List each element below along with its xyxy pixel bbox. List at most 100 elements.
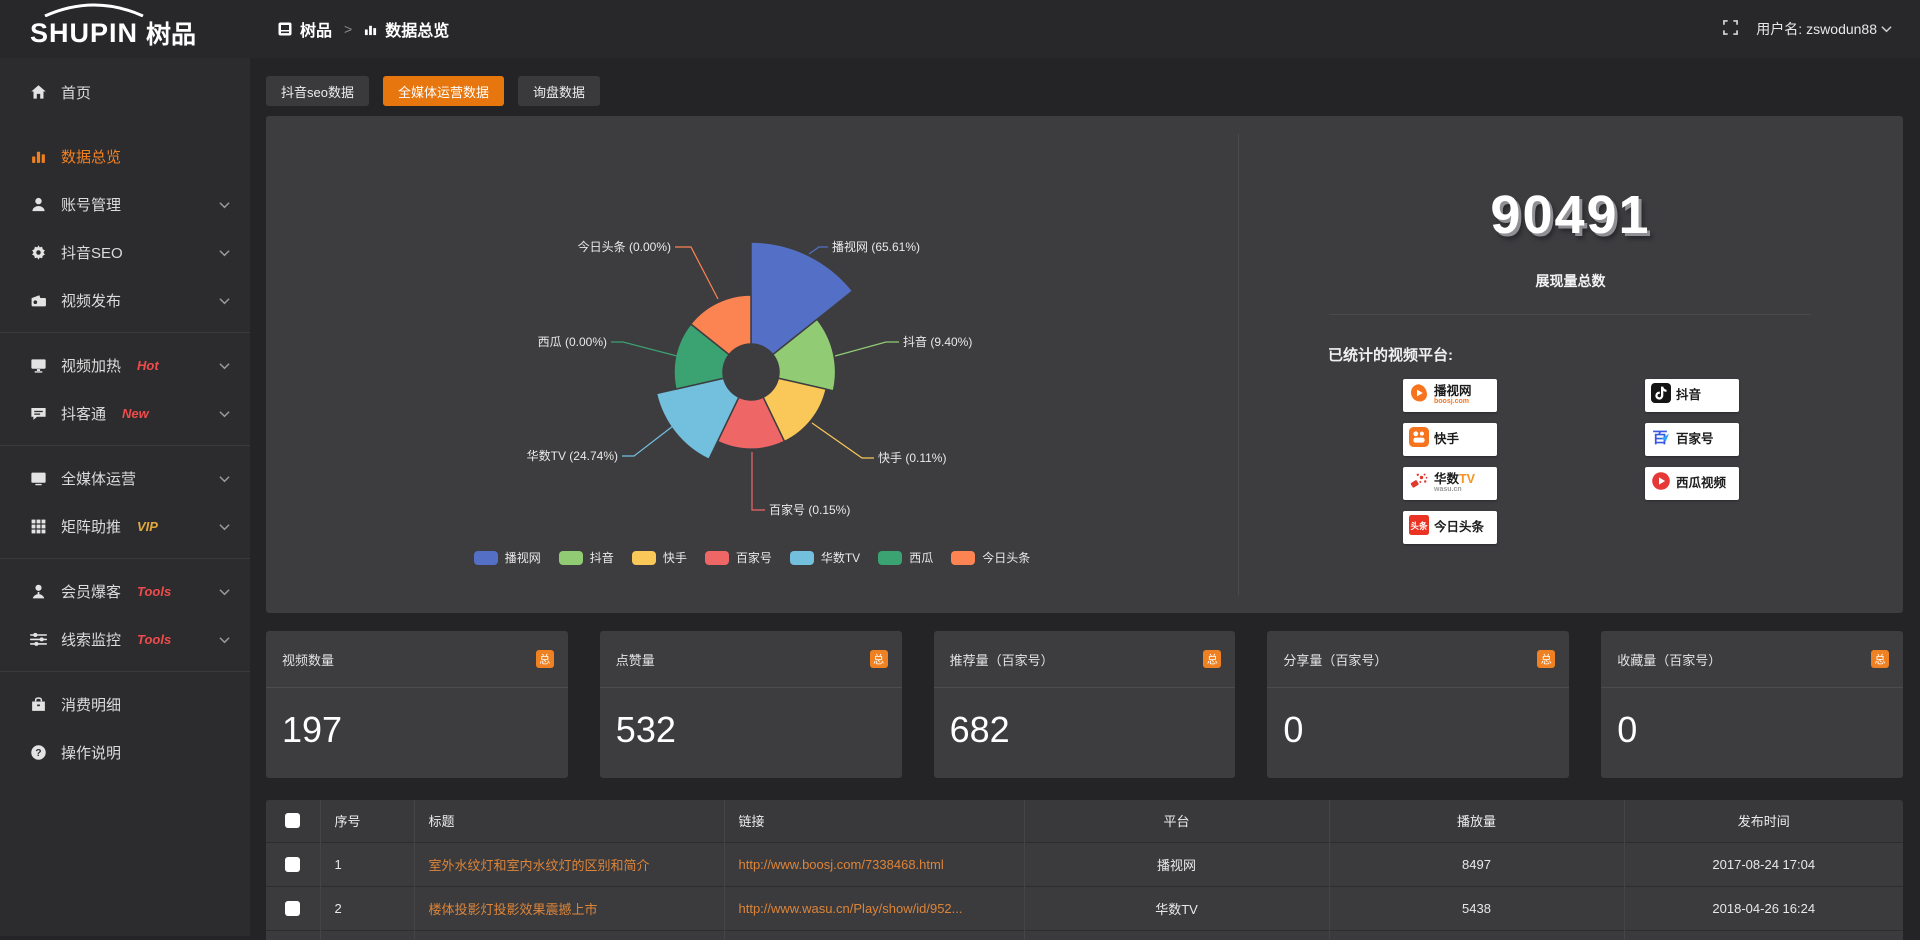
sidebar-item-member-booster[interactable]: 会员爆客Tools [0,567,250,615]
chevron-down-icon [219,470,230,487]
legend-item[interactable]: 百家号 [705,549,772,566]
app-logo: SHUPIN 树品 [0,0,250,58]
sidebar-badge: New [122,406,149,421]
row-publish-time: 2017-08-24 17:04 [1624,842,1903,886]
fullscreen-icon[interactable] [1723,20,1738,38]
wallet-icon [30,696,47,713]
sidebar-item-consumption-detail[interactable]: 消费明细 [0,680,250,728]
chevron-down-icon [219,292,230,309]
row-checkbox[interactable] [285,857,300,872]
stat-title: 点赞量 [616,650,655,669]
sidebar-item-label: 账号管理 [61,194,121,215]
legend-swatch [632,551,656,565]
user-menu[interactable]: 用户名: zswodun88 [1756,19,1892,39]
row-index: 1 [320,842,414,886]
platform-logos-left: 播视网boosj.com快手华数TVwasu.cn头条今日头条 [1403,379,1497,544]
sidebar-item-video-heating[interactable]: 视频加热Hot [0,341,250,389]
wasu-logo-icon [1409,471,1429,496]
sidebar-item-clue-monitor[interactable]: 线索监控Tools [0,615,250,663]
video-title-link[interactable]: 楼体投影灯投影效果震撼上市 [429,899,598,918]
row-checkbox[interactable] [285,901,300,916]
legend-item[interactable]: 抖音 [559,549,614,566]
member-icon [30,583,47,600]
sidebar-item-operation-guide[interactable]: ?操作说明 [0,728,250,776]
legend-item[interactable]: 播视网 [474,549,541,566]
pie-label-line [835,342,899,356]
logo-text-en: SHUPIN [30,18,138,49]
video-title-link[interactable]: 室外水纹灯和室内水纹灯的区别和简介 [429,855,650,874]
column-header: 序号 [320,800,414,842]
column-header: 发布时间 [1624,800,1903,842]
sidebar-item-label: 抖客通 [61,403,106,424]
sidebar-divider [0,671,250,672]
xigua-logo-icon [1651,471,1671,496]
pie-label-line [675,247,718,299]
sidebar-item-label: 首页 [61,82,91,103]
home-icon [30,84,47,101]
legend-item[interactable]: 快手 [632,549,687,566]
video-url-link[interactable]: http://www.boosj.com/7338468.html [739,857,944,872]
user-icon [30,196,47,213]
chevron-down-icon [219,518,230,535]
stat-card-share-count: 分享量（百家号）总0 [1267,631,1569,778]
legend-label: 播视网 [505,549,541,566]
sidebar-item-label: 视频发布 [61,290,121,311]
tab-inquiry-data[interactable]: 询盘数据 [518,76,600,106]
platform-logo-boosj: 播视网boosj.com [1403,379,1497,412]
sidebar-item-account-management[interactable]: 账号管理 [0,180,250,228]
breadcrumb-root[interactable]: 树品 [300,17,332,41]
total-impressions-label: 展现量总数 [1238,271,1903,291]
sidebar-divider [0,332,250,333]
legend-label: 西瓜 [909,549,933,566]
tab-media-operation-data[interactable]: 全媒体运营数据 [383,76,504,106]
select-all-checkbox[interactable] [285,813,300,828]
sidebar-item-douketong[interactable]: 抖客通 New [0,389,250,437]
stat-card-favorite-count: 收藏量（百家号）总0 [1601,631,1903,778]
total-badge: 总 [1537,650,1555,668]
platform-name: 华数TV [1434,473,1475,486]
kuaishou-logo-icon [1409,427,1429,452]
stat-card-like-count: 点赞量总532 [600,631,902,778]
svg-text:头条: 头条 [1410,521,1428,531]
legend-label: 今日头条 [982,549,1030,566]
pie-slice-4[interactable] [656,378,738,459]
legend-label: 快手 [663,549,687,566]
platform-subtext: boosj.com [1434,398,1472,405]
legend-item[interactable]: 今日头条 [951,549,1030,566]
tab-douyin-seo-data[interactable]: 抖音seo数据 [266,76,369,106]
sidebar-item-douyin-seo[interactable]: 抖音SEO [0,228,250,276]
table-row: 1 室外水纹灯和室内水纹灯的区别和简介 http://www.boosj.com/7… [266,842,1903,886]
pie-label: 抖音 (9.40%) [903,334,972,349]
sidebar-item-data-overview[interactable]: 数据总览 [0,132,250,180]
stat-value: 0 [1617,709,1903,751]
sidebar-item-label: 视频加热 [61,355,121,376]
sidebar-item-matrix-boost[interactable]: 矩阵助推VIP [0,502,250,550]
legend-swatch [878,551,902,565]
platform-name: 抖音 [1676,389,1701,402]
chevron-down-icon [219,196,230,213]
chevron-down-icon [219,244,230,261]
sidebar-item-video-publish[interactable]: 视频发布 [0,276,250,324]
row-views: 8497 [1329,842,1624,886]
pie-label-line [611,342,677,356]
sidebar-item-media-operation[interactable]: 全媒体运营 [0,454,250,502]
pie-label: 快手 (0.11%) [878,451,946,465]
sidebar-item-label: 数据总览 [61,146,121,167]
sidebar-item-label: 会员爆客 [61,581,121,602]
chevron-down-icon [219,583,230,600]
svg-text:?: ? [35,747,41,758]
video-url-link[interactable]: http://www.wasu.cn/Play/show/id/952... [739,901,963,916]
chevron-down-icon [1881,25,1892,33]
total-impressions-value: 90491 [1238,184,1903,246]
stat-value: 197 [282,709,568,751]
platform-share-pie-chart[interactable]: 播视网 (65.61%)抖音 (9.40%)快手 (0.11%)百家号 (0.1… [266,116,1238,613]
platform-name: 快手 [1434,433,1459,446]
boosj-logo-icon [1409,383,1429,408]
bar-chart-icon [364,23,377,36]
stat-title: 分享量（百家号） [1283,650,1387,669]
legend-item[interactable]: 华数TV [790,549,860,566]
row-publish-time: 2018-04-26 16:24 [1624,886,1903,930]
sidebar-item-home[interactable]: 首页 [0,68,250,116]
gear-icon [30,244,47,261]
legend-item[interactable]: 西瓜 [878,549,933,566]
